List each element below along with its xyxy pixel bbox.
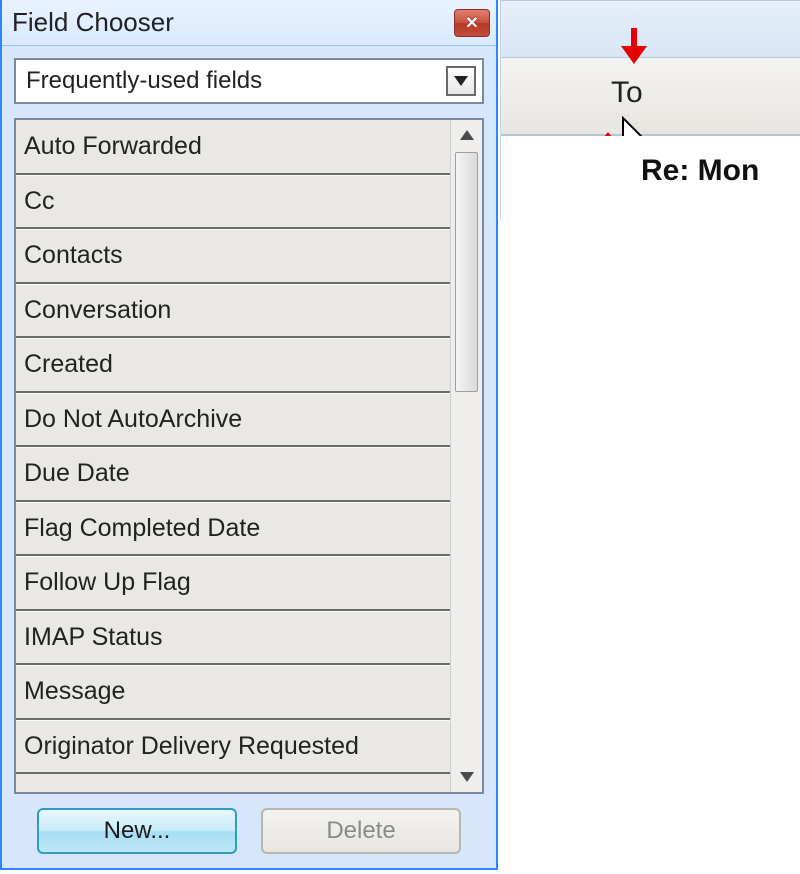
field-item[interactable]: Auto Forwarded — [16, 120, 450, 175]
button-row: New... Delete — [14, 808, 484, 854]
field-item[interactable]: Follow Up Flag — [16, 556, 450, 611]
field-item[interactable]: Due Date — [16, 447, 450, 502]
new-button-label: New... — [104, 817, 171, 845]
dropdown-toggle-button[interactable] — [446, 66, 476, 96]
close-button[interactable]: ✕ — [454, 9, 490, 37]
field-item[interactable]: Originator Delivery Requested — [16, 720, 450, 775]
titlebar: Field Chooser ✕ — [2, 0, 496, 46]
column-header-label: To — [611, 76, 643, 110]
preview-body: Re: Mon — [501, 136, 800, 220]
column-drop-preview: To Re: Mon — [500, 0, 800, 220]
field-item[interactable]: IMAP Status — [16, 611, 450, 666]
field-item[interactable]: Do Not AutoArchive — [16, 393, 450, 448]
preview-top-band — [501, 0, 800, 58]
chevron-down-icon — [454, 76, 468, 86]
fields-list: Auto Forwarded Cc Contacts Conversation … — [16, 120, 450, 792]
field-item[interactable]: Message — [16, 665, 450, 720]
scroll-down-button[interactable] — [454, 764, 480, 790]
field-item[interactable]: Flag Completed Date — [16, 502, 450, 557]
window-title: Field Chooser — [12, 7, 454, 38]
scroll-thumb[interactable] — [455, 152, 478, 392]
field-item[interactable]: Contacts — [16, 229, 450, 284]
dialog-body: Frequently-used fields Auto Forwarded Cc… — [2, 46, 496, 868]
close-x-icon: ✕ — [465, 13, 478, 33]
message-subject: Re: Mon — [641, 154, 759, 188]
field-item[interactable]: Conversation — [16, 284, 450, 339]
delete-button: Delete — [261, 808, 461, 854]
scroll-up-button[interactable] — [454, 122, 480, 148]
new-button[interactable]: New... — [37, 808, 237, 854]
scroll-track[interactable] — [453, 152, 480, 760]
fields-list-container: Auto Forwarded Cc Contacts Conversation … — [14, 118, 484, 794]
delete-button-label: Delete — [326, 817, 395, 845]
field-chooser-dialog: Field Chooser ✕ Frequently-used fields A… — [0, 0, 498, 870]
red-arrow-down-icon — [619, 28, 649, 64]
category-selected-label: Frequently-used fields — [26, 67, 446, 95]
triangle-down-icon — [460, 772, 474, 782]
field-item[interactable]: Created — [16, 338, 450, 393]
field-category-dropdown[interactable]: Frequently-used fields — [14, 58, 484, 104]
field-item[interactable]: Cc — [16, 175, 450, 230]
scrollbar[interactable] — [450, 120, 482, 792]
column-header-area[interactable]: To — [501, 58, 800, 136]
triangle-up-icon — [460, 130, 474, 140]
